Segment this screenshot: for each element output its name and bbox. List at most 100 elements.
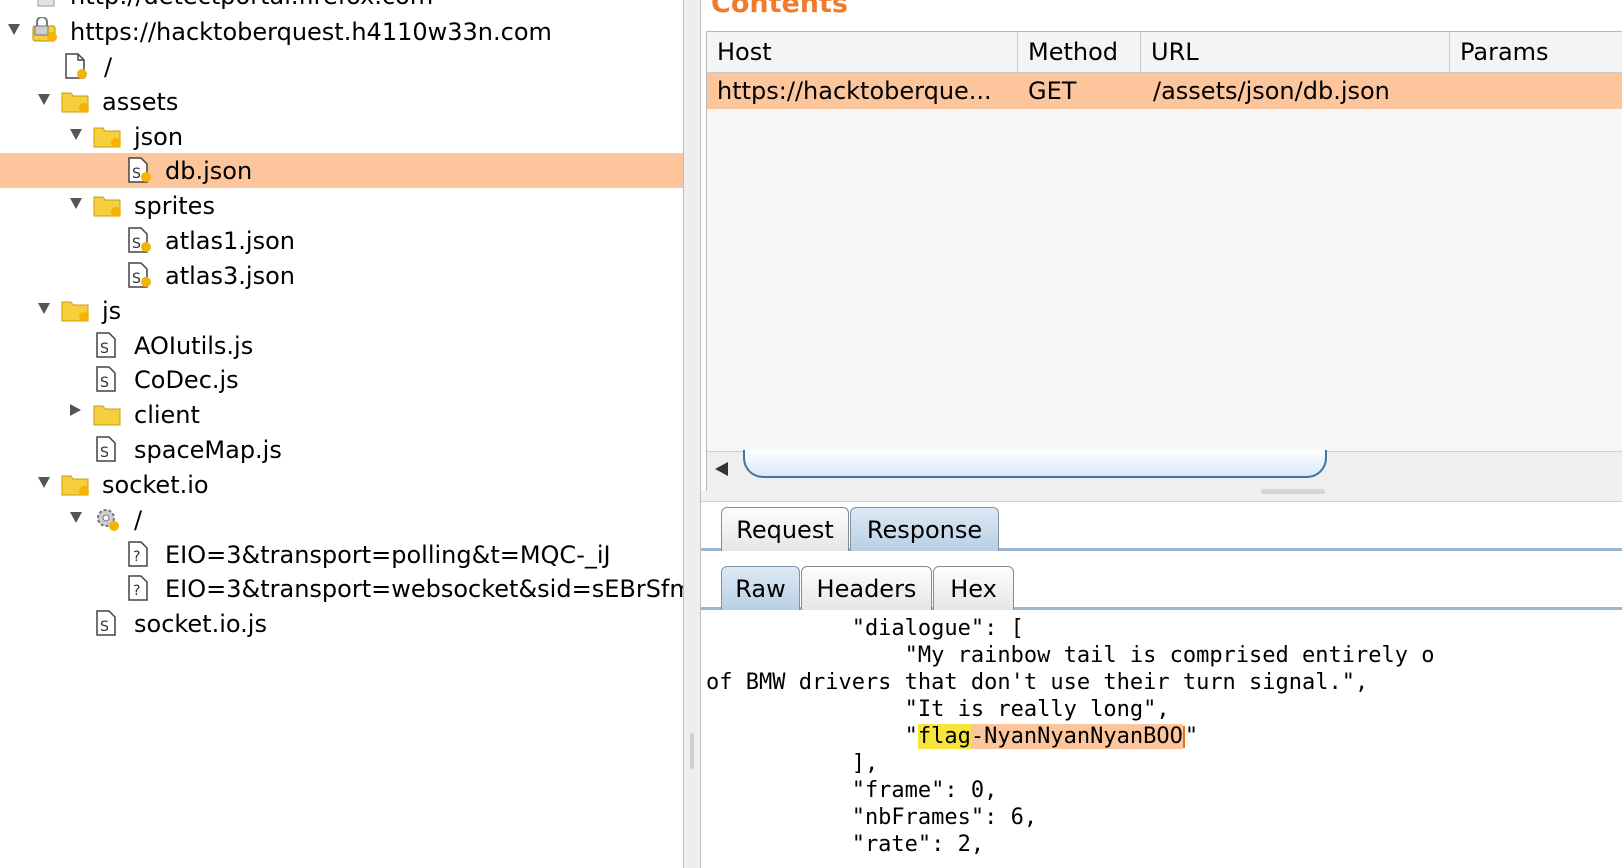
svg-text:S: S (132, 236, 141, 252)
collapse-arrow-icon[interactable] (70, 129, 82, 140)
tree-item-label: EIO=3&transport=polling&t=MQC-_iJ (165, 541, 611, 569)
svg-text:S: S (132, 271, 141, 287)
raw-response-text[interactable]: "dialogue": [ "My rainbow tail is compri… (701, 610, 1622, 868)
tree-item-socketio[interactable]: socket.io (0, 467, 683, 502)
folder-icon (61, 301, 89, 322)
tree-item-socketio-root[interactable]: / (0, 502, 683, 537)
tree-item-label: json (134, 123, 184, 151)
splitter-grip-icon[interactable] (1261, 489, 1325, 494)
script-file-icon: S (96, 366, 116, 392)
tree-item-label: CoDec.js (134, 366, 239, 394)
svg-text:S: S (100, 619, 109, 635)
tree-item-atlas1[interactable]: S atlas1.json (0, 223, 683, 258)
script-file-icon: S (96, 332, 116, 358)
folder-icon (93, 196, 121, 217)
flag-line: "flag-NyanNyanNyanBOO" (706, 723, 1198, 750)
code-line: "nbFrames": 6, (706, 805, 1038, 830)
tree-item-client[interactable]: client (0, 397, 683, 432)
tree-item-atlas3[interactable]: S atlas3.json (0, 258, 683, 293)
svg-text:?: ? (133, 549, 140, 565)
tree-item-label: spaceMap.js (134, 436, 282, 464)
script-file-icon: S (96, 436, 116, 462)
tree-item-socketio-js[interactable]: S socket.io.js (0, 606, 683, 641)
cell-url: /assets/json/db.json (1153, 77, 1390, 105)
collapse-arrow-icon[interactable] (8, 24, 20, 35)
collapse-arrow-icon[interactable] (70, 198, 82, 209)
tree-item-root-page[interactable]: / (0, 49, 683, 84)
tree-item-eio-polling[interactable]: ? EIO=3&transport=polling&t=MQC-_iJ (0, 537, 683, 572)
code-line: "frame": 0, (706, 778, 998, 803)
tab-headers[interactable]: Headers (801, 566, 932, 610)
collapse-arrow-icon[interactable] (70, 512, 82, 523)
tree-item-label: https://hacktoberquest.h4110w33n.com (70, 18, 552, 46)
folder-icon (93, 127, 121, 148)
tree-item-label: socket.io (102, 471, 209, 499)
vertical-splitter[interactable] (683, 0, 701, 868)
code-line: "It is really long", (706, 697, 1170, 722)
flag-suffix: " (1184, 724, 1199, 749)
script-file-icon: S (96, 610, 116, 636)
scrollbar-thumb[interactable] (743, 450, 1327, 478)
tree-item-eio-websocket[interactable]: ? EIO=3&transport=websocket&sid=sEBrSfm (0, 571, 683, 606)
horizontal-scrollbar[interactable] (707, 450, 1622, 492)
collapse-arrow-icon[interactable] (38, 94, 50, 105)
tree-item-label: sprites (134, 192, 215, 220)
tree-item-label: / (134, 506, 143, 534)
column-header-params[interactable]: Params (1450, 32, 1622, 72)
tree-item-aoiutils[interactable]: S AOIutils.js (0, 328, 683, 363)
tree-item-js[interactable]: js (0, 293, 683, 328)
cell-method: GET (1028, 77, 1077, 105)
response-view-tabs: Raw Headers Hex (701, 561, 1622, 610)
collapse-arrow-icon[interactable] (38, 477, 50, 488)
collapse-arrow-icon[interactable] (38, 303, 50, 314)
svg-text:S: S (100, 375, 109, 391)
folder-icon (61, 475, 89, 496)
contents-title: Contents (711, 0, 849, 19)
flag-prefix: " (706, 724, 918, 749)
tree-item-label: socket.io.js (134, 610, 267, 638)
tree-item-label: db.json (165, 157, 253, 185)
table-row[interactable]: https://hacktoberque... GET /assets/json… (707, 73, 1622, 109)
tree-item-label: http://detectportal.firefox.com (70, 0, 433, 11)
tab-response[interactable]: Response (850, 507, 999, 551)
table-header: Host Method URL Params (707, 32, 1622, 73)
request-response-tabs: Request Response (701, 502, 1622, 551)
cell-host: https://hacktoberque... (717, 77, 992, 105)
svg-text:S: S (100, 445, 109, 461)
code-line: ], (706, 751, 879, 776)
flag-search-match: flag (917, 724, 971, 749)
grey-page-icon (37, 0, 55, 7)
expand-arrow-icon[interactable] (70, 404, 81, 416)
tree-item-spacemap[interactable]: S spaceMap.js (0, 432, 683, 467)
column-header-method[interactable]: Method (1018, 32, 1141, 72)
tree-item-host[interactable]: https://hacktoberquest.h4110w33n.com (0, 14, 683, 49)
code-line: "dialogue": [ (706, 616, 1024, 641)
splitter-grip-icon[interactable] (690, 733, 694, 769)
column-header-host[interactable]: Host (707, 32, 1018, 72)
column-header-url[interactable]: URL (1141, 32, 1450, 72)
code-line: of BMW drivers that don't use their turn… (706, 670, 1369, 695)
tree-item-detectportal[interactable]: http://detectportal.firefox.com (0, 0, 683, 13)
gear-folder-icon (97, 509, 119, 531)
contents-table: Host Method URL Params https://hacktober… (706, 31, 1622, 493)
tree-item-codec[interactable]: S CoDec.js (0, 362, 683, 397)
tree-item-assets[interactable]: assets (0, 84, 683, 119)
tab-hex[interactable]: Hex (933, 566, 1014, 610)
tree-item-json[interactable]: json (0, 119, 683, 154)
tab-raw[interactable]: Raw (721, 566, 800, 610)
contents-panel: Contents Host Method URL Params https://… (701, 0, 1622, 868)
svg-text:S: S (132, 166, 141, 182)
tab-request[interactable]: Request (721, 507, 849, 551)
svg-text:S: S (100, 341, 109, 357)
horizontal-splitter[interactable] (701, 489, 1622, 502)
tree-item-sprites[interactable]: sprites (0, 188, 683, 223)
code-line: "rate": 2, (706, 832, 985, 857)
tree-item-label: js (102, 297, 122, 325)
tree-item-db-json[interactable]: S db.json (0, 153, 683, 188)
page-icon (65, 53, 87, 79)
tree-item-label: atlas3.json (165, 262, 295, 290)
script-file-icon: S (128, 157, 151, 183)
scroll-left-arrow-icon[interactable] (715, 462, 728, 476)
folder-icon (93, 405, 121, 426)
script-file-icon: S (128, 227, 151, 253)
